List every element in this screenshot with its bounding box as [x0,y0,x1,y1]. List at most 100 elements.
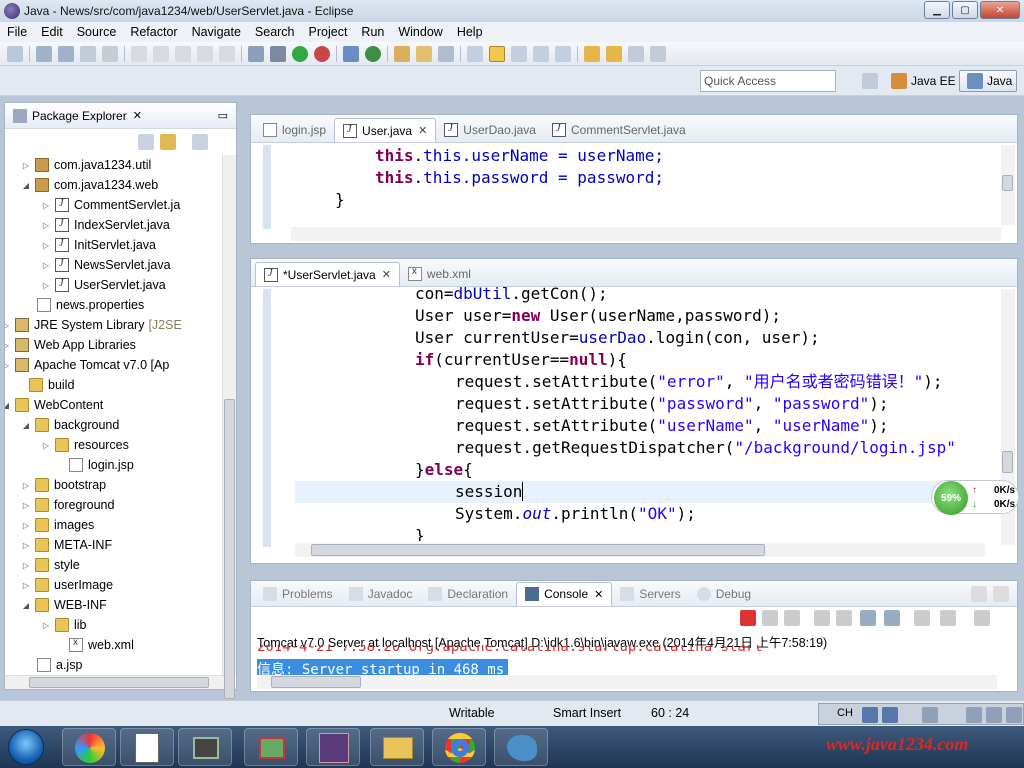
menu-window[interactable]: Window [391,25,449,39]
taskbar-app-tool[interactable] [244,728,298,766]
code-line[interactable]: } [335,189,345,211]
new-class-icon[interactable] [343,45,359,62]
editor-scrollbar[interactable] [1001,145,1015,225]
code-line[interactable]: } [415,525,425,541]
collapsed-arrow-icon[interactable]: ▷ [21,501,31,510]
show-stdout-icon[interactable] [860,610,876,626]
code-line[interactable]: session [455,481,524,503]
tree-item[interactable]: ▷ META-INF [21,535,112,555]
back-icon[interactable] [628,45,644,62]
code-line[interactable]: this.this.password = password; [375,167,664,189]
code-line[interactable]: User currentUser=userDao.login(con, user… [415,327,820,349]
collapsed-arrow-icon[interactable]: ▷ [5,341,11,350]
print-icon[interactable] [80,45,96,62]
new-icon[interactable] [7,45,23,62]
collapsed-arrow-icon[interactable]: ▷ [5,361,11,370]
search-icon[interactable] [438,45,454,62]
ime-help-icon[interactable] [882,707,898,723]
hscroll-thumb[interactable] [271,676,361,688]
undo-icon[interactable] [131,45,147,62]
open-type-icon[interactable] [394,45,410,62]
console-output[interactable]: 2014-4-21 7:58:20 org.apache.catalina.st… [257,645,997,675]
taskbar-app-eclipse[interactable] [306,728,360,766]
tree-item[interactable]: ▷ bootstrap [21,475,106,495]
menu-source[interactable]: Source [70,25,124,39]
menu-edit[interactable]: Edit [34,25,70,39]
hscroll-thumb[interactable] [29,677,209,688]
tree-item[interactable]: ◢ WEB-INF [21,595,107,615]
tree-item[interactable]: build [15,375,74,395]
hscroll-thumb[interactable] [311,544,765,556]
server-icon[interactable] [270,45,286,62]
package-explorer-tab[interactable]: Package Explorer ✕ ▭ [5,103,236,129]
open-console-icon[interactable] [974,610,990,626]
collapsed-arrow-icon[interactable]: ▷ [21,541,31,550]
perspective-javaee[interactable]: Java EE [884,70,960,92]
collapsed-arrow-icon[interactable]: ▷ [41,621,51,630]
tab-servers[interactable]: Servers [612,582,688,606]
taskbar-app-mysql[interactable] [494,728,548,766]
start-button[interactable] [8,729,44,765]
close-icon[interactable]: ✕ [133,109,142,122]
remove-all-icon[interactable] [784,610,800,626]
package-explorer-hscrollbar[interactable] [5,675,224,689]
collapsed-arrow-icon[interactable]: ▷ [5,321,11,330]
tree-item[interactable]: ▷ lib [41,615,87,635]
collapsed-arrow-icon[interactable]: ▷ [41,241,51,250]
options-icon[interactable] [1006,707,1022,723]
tree-item[interactable]: ▷ JRE System Library [J2SE [5,315,182,335]
tree-item[interactable]: ▷ NewsServlet.java [41,255,171,275]
expanded-arrow-icon[interactable]: ◢ [21,421,31,430]
suspend-icon[interactable] [197,45,213,62]
tools-icon[interactable] [986,707,1002,723]
collapsed-arrow-icon[interactable]: ▷ [41,201,51,210]
tree-item[interactable]: news.properties [23,295,144,315]
expanded-arrow-icon[interactable]: ◢ [21,181,31,190]
taskbar-app-explorer[interactable] [370,728,424,766]
tab-problems[interactable]: Problems [255,582,341,606]
tree-item[interactable]: ▷ Apache Tomcat v7.0 [Ap [5,355,169,375]
scroll-thumb[interactable] [224,399,235,699]
view-menu-icon[interactable] [192,134,208,150]
code-line[interactable]: con=dbUtil.getCon(); [415,283,608,305]
tree-item[interactable]: ▷ CommentServlet.ja [41,195,180,215]
taskbar-app-chrome[interactable] [432,728,486,766]
tab-console[interactable]: Console ✕ [516,581,613,606]
show-whitespace-icon[interactable] [533,45,549,62]
code-line[interactable]: request.setAttribute("userName", "userNa… [455,415,888,437]
tab-declaration[interactable]: Declaration [420,582,516,606]
tree-item[interactable]: login.jsp [55,455,134,475]
tab-user-java[interactable]: User.java ✕ [334,118,437,142]
tree-item[interactable]: ▷ images [21,515,94,535]
collapsed-arrow-icon[interactable]: ▷ [21,521,31,530]
close-button[interactable]: ✕ [980,1,1020,19]
tree-item[interactable]: ▷ com.java1234.util [21,155,151,175]
network-speed-widget[interactable]: 59% ↑ 0K/s ↓ 0K/s [931,480,1019,515]
collapsed-arrow-icon[interactable]: ▷ [41,281,51,290]
forward-icon[interactable] [650,45,666,62]
menu-navigate[interactable]: Navigate [185,25,248,39]
resume-icon[interactable] [175,45,191,62]
menu-help[interactable]: Help [450,25,490,39]
save-icon[interactable] [36,45,52,62]
tab-commentservlet-java[interactable]: CommentServlet.java [544,118,694,142]
run-icon[interactable] [292,45,308,62]
taskbar-app-document[interactable] [120,728,174,766]
ime-settings-icon[interactable] [922,707,938,723]
ime-language[interactable]: CH [837,707,853,719]
collapsed-arrow-icon[interactable]: ▷ [41,261,51,270]
collapsed-arrow-icon[interactable]: ▷ [21,581,31,590]
pilcrow-icon[interactable] [555,45,571,62]
menu-run[interactable]: Run [354,25,391,39]
tree-item[interactable]: ▷ userImage [21,575,113,595]
clear-console-icon[interactable] [814,610,830,626]
terminate-icon[interactable] [740,610,756,626]
tree-item[interactable]: ▷ IndexServlet.java [41,215,170,235]
maximize-button[interactable]: ▢ [952,1,978,19]
tab-userdao-java[interactable]: UserDao.java [436,118,544,142]
collapsed-arrow-icon[interactable]: ▷ [41,441,51,450]
new-package-icon[interactable] [365,45,381,62]
tab-javadoc[interactable]: Javadoc [341,582,421,606]
pin-console-icon[interactable] [914,610,930,626]
editor-hscrollbar[interactable] [291,227,1001,241]
